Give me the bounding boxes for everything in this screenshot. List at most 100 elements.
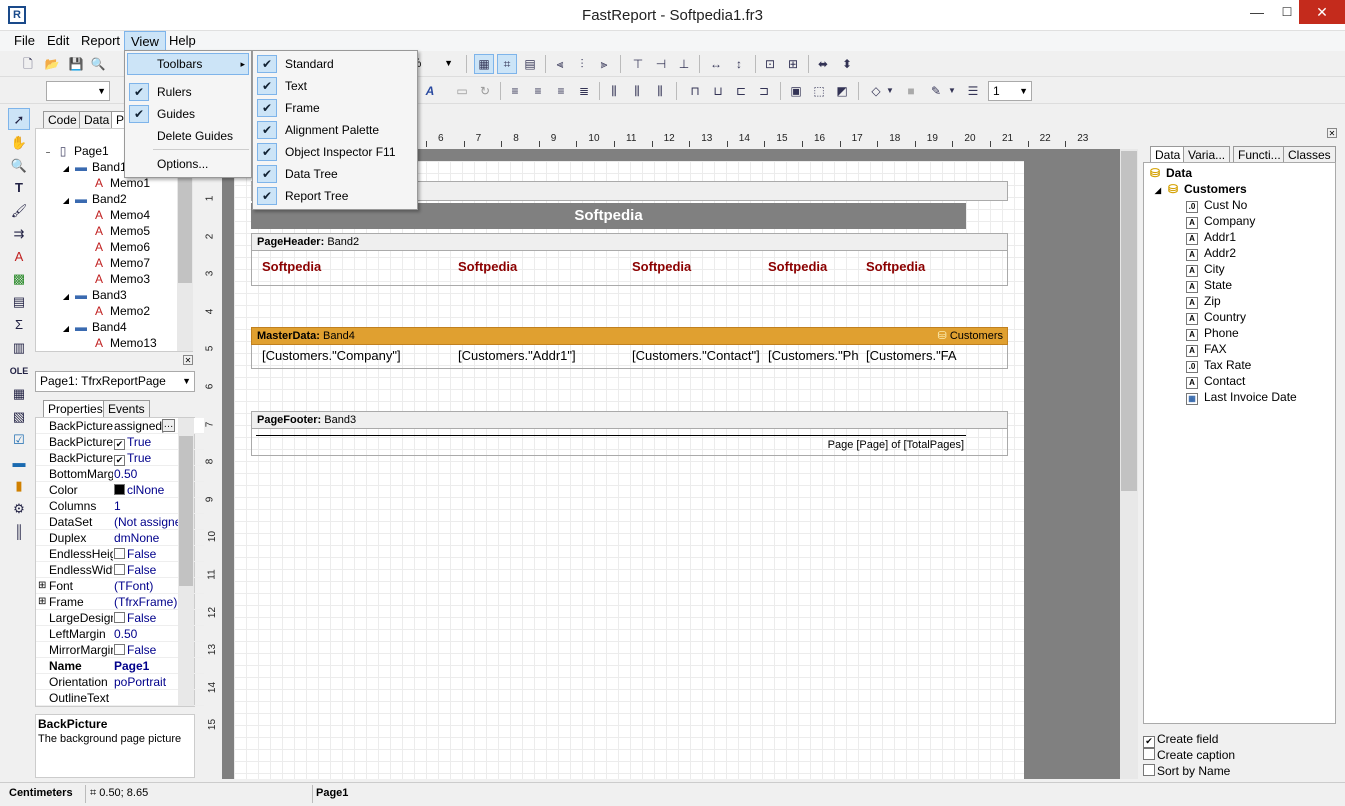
master-memo[interactable]: [Customers."Ph xyxy=(768,348,864,363)
collapse-icon[interactable]: ◢ xyxy=(62,289,70,305)
collapse-icon[interactable]: ◢ xyxy=(62,161,70,177)
chevron-down-icon[interactable]: ▼ xyxy=(884,81,896,101)
collapse-icon[interactable]: ◢ xyxy=(62,193,70,209)
save-icon[interactable]: 💾 xyxy=(66,54,86,74)
checkbox[interactable] xyxy=(1143,764,1155,776)
report-page[interactable]: Softpedia PageHeader: Band2 Softpedia So… xyxy=(234,161,1024,779)
checkbox[interactable] xyxy=(114,612,125,623)
report-tree-item[interactable]: ◢ ▬ Band3 xyxy=(62,287,127,303)
toolbar-toggle-item[interactable]: ✔ Standard xyxy=(253,53,417,75)
header-memo[interactable]: Softpedia xyxy=(262,259,442,274)
close-button[interactable]: ✕ xyxy=(1299,0,1345,24)
property-value[interactable]: poPortrait xyxy=(114,674,214,690)
data-field-item[interactable]: A Addr1 xyxy=(1186,229,1236,245)
master-data-band-header[interactable]: MasterData: Band4 ⛁ Customers xyxy=(251,327,1008,345)
cross-tab-icon[interactable]: ▦ xyxy=(8,383,30,405)
toolbar-toggle-item[interactable]: ✔ Report Tree xyxy=(253,185,417,207)
align-top-text-icon[interactable]: ⫼ xyxy=(604,81,624,101)
report-tree-item[interactable]: ◢ ▬ Band2 xyxy=(62,191,127,207)
report-tree-item[interactable]: A Memo13 xyxy=(80,335,157,351)
tab-page[interactable]: P xyxy=(111,111,125,129)
menu-item-guides[interactable]: ✔ Guides xyxy=(125,103,251,125)
toolbar-toggle-item[interactable]: ✔ Object Inspector F11 xyxy=(253,141,417,163)
style-combo[interactable]: ▼ xyxy=(46,81,110,101)
tab-properties[interactable]: Properties xyxy=(43,400,108,418)
checkbox[interactable] xyxy=(114,564,125,575)
toolbar-toggle-item[interactable]: ✔ Frame xyxy=(253,97,417,119)
toolbar-toggle-item[interactable]: ✔ Alignment Palette xyxy=(253,119,417,141)
align-bottom-text-icon[interactable]: ⫼ xyxy=(650,81,670,101)
chart-object-icon[interactable]: ▮ xyxy=(8,475,30,497)
frame-width-combo[interactable]: 1 ▼ xyxy=(988,81,1032,101)
menu-report[interactable]: Report xyxy=(75,31,126,51)
checkbox[interactable] xyxy=(114,548,125,559)
dialog-controls-icon[interactable]: ⚙ xyxy=(8,498,30,520)
frame-color-icon[interactable]: ✎ xyxy=(926,81,946,101)
show-grid-icon[interactable]: ▦ xyxy=(474,54,494,74)
data-field-item[interactable]: A Phone xyxy=(1186,325,1239,341)
ellipsis-button[interactable]: … xyxy=(162,419,175,432)
checkbox[interactable] xyxy=(1143,748,1155,760)
align-bottoms-icon[interactable]: ⊥ xyxy=(674,54,694,74)
close-icon[interactable]: ✕ xyxy=(183,355,193,365)
menu-help[interactable]: Help xyxy=(163,31,202,51)
report-tree-item[interactable]: A Memo4 xyxy=(80,207,150,223)
select-tool-icon[interactable]: ➚ xyxy=(8,108,30,130)
data-field-item[interactable]: .0 Tax Rate xyxy=(1186,357,1251,373)
text-align-right-icon[interactable]: ≡ xyxy=(551,81,571,101)
data-root-item[interactable]: ⛁ Data xyxy=(1148,165,1192,181)
toolbar-toggle-item[interactable]: ✔ Data Tree xyxy=(253,163,417,185)
data-field-item[interactable]: .0 Cust No xyxy=(1186,197,1247,213)
menu-view[interactable]: View xyxy=(124,31,166,51)
property-value[interactable]: 1 xyxy=(114,498,214,514)
property-value[interactable]: False xyxy=(114,562,214,578)
property-value[interactable]: 0.50 xyxy=(114,466,214,482)
zoom-tool-icon[interactable]: 🔍 xyxy=(8,155,30,177)
rich-text-icon[interactable]: ▥ xyxy=(8,337,30,359)
center-horizontally-icon[interactable]: ⊡ xyxy=(760,54,780,74)
menu-item-options[interactable]: Options... xyxy=(125,153,251,175)
menu-item-rulers[interactable]: ✔ Rulers xyxy=(125,81,251,103)
collapse-icon[interactable]: − xyxy=(44,145,52,161)
header-memo[interactable]: Softpedia xyxy=(866,259,966,274)
text-justify-icon[interactable]: ≣ xyxy=(574,81,594,101)
align-middles-icon[interactable]: ⊣ xyxy=(651,54,671,74)
tab-code[interactable]: Code xyxy=(43,111,82,129)
text-align-center-icon[interactable]: ≡ xyxy=(528,81,548,101)
report-tree-item[interactable]: ◢ ▬ Band4 xyxy=(62,319,127,335)
subreport-icon[interactable]: ▤ xyxy=(8,291,30,313)
report-tree-item[interactable]: A Memo7 xyxy=(80,255,150,271)
property-value[interactable]: (Not assigned) xyxy=(114,514,214,530)
toolbar-toggle-item[interactable]: ✔ Text xyxy=(253,75,417,97)
text-align-left-icon[interactable]: ≡ xyxy=(505,81,525,101)
property-value[interactable]: (TFont) xyxy=(114,578,214,594)
expand-icon[interactable]: ⊞ xyxy=(38,594,46,610)
data-field-item[interactable]: A Zip xyxy=(1186,293,1221,309)
data-field-item[interactable]: A Contact xyxy=(1186,373,1245,389)
page-footer-band-header[interactable]: PageFooter: Band3 xyxy=(251,411,1008,429)
vertical-ruler[interactable]: 1 2 3 4 5 6 7 8 9 10 11 12 13 14 15 xyxy=(204,131,222,779)
property-value[interactable]: clNone xyxy=(114,482,214,498)
align-left-edges-icon[interactable]: ⫷ xyxy=(550,54,570,74)
report-tree-item[interactable]: − ▯ Page1 xyxy=(44,143,109,159)
tab-events[interactable]: Events xyxy=(103,400,150,418)
report-tree-item[interactable]: A Memo2 xyxy=(80,303,150,319)
header-memo[interactable]: Softpedia xyxy=(768,259,848,274)
space-horizontally-icon[interactable]: ↔ xyxy=(706,54,726,74)
text-tool-icon[interactable]: T xyxy=(8,177,30,199)
frame-top-icon[interactable]: ⊓ xyxy=(685,81,705,101)
option-checkbox[interactable]: Sort by Name xyxy=(1143,763,1230,779)
checkbox[interactable]: ✔ xyxy=(114,439,125,450)
format-copy-icon[interactable]: 🖌 xyxy=(8,200,30,222)
menu-item-toolbars[interactable]: Toolbars ▸ xyxy=(125,53,251,75)
align-centers-icon[interactable]: ⫶ xyxy=(572,54,592,74)
property-value[interactable]: Page1 xyxy=(114,658,214,674)
property-value[interactable]: assigned)… xyxy=(114,418,214,434)
report-tree-item[interactable]: ◢ ▬ Band1 xyxy=(62,159,127,175)
header-memo[interactable]: Softpedia xyxy=(632,259,750,274)
fill-color-icon[interactable]: ◇ xyxy=(866,81,886,101)
property-value[interactable]: False xyxy=(114,610,214,626)
master-memo[interactable]: [Customers."FA xyxy=(866,348,962,363)
frame-right-icon[interactable]: ⊐ xyxy=(754,81,774,101)
chevron-down-icon[interactable]: ▼ xyxy=(946,81,958,101)
